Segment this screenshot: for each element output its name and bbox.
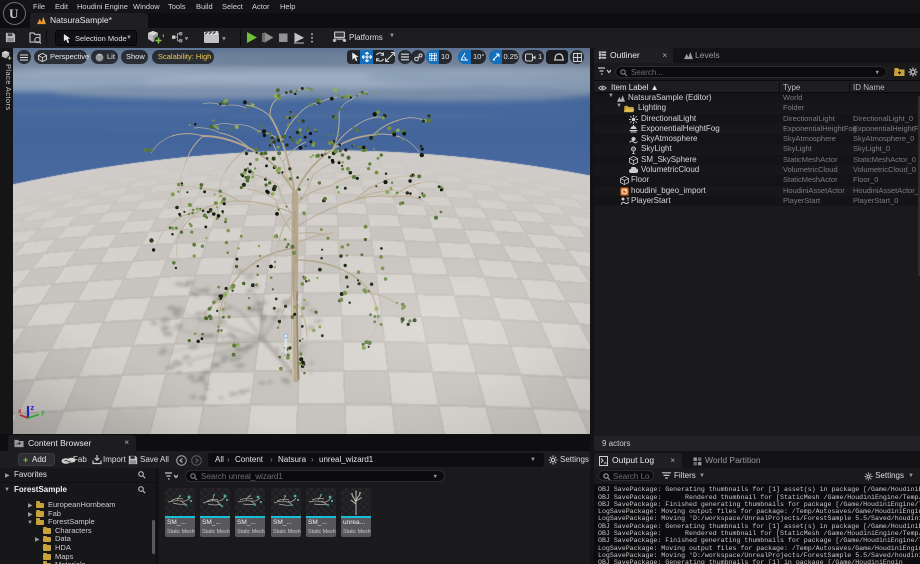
svg-text:▼: ▼ xyxy=(184,37,189,43)
svg-text:x: x xyxy=(18,408,22,415)
svg-text:▼: ▼ xyxy=(221,37,226,43)
svg-text:z: z xyxy=(31,403,35,412)
svg-text:y: y xyxy=(41,409,45,416)
svg-text:▼: ▼ xyxy=(161,34,164,40)
